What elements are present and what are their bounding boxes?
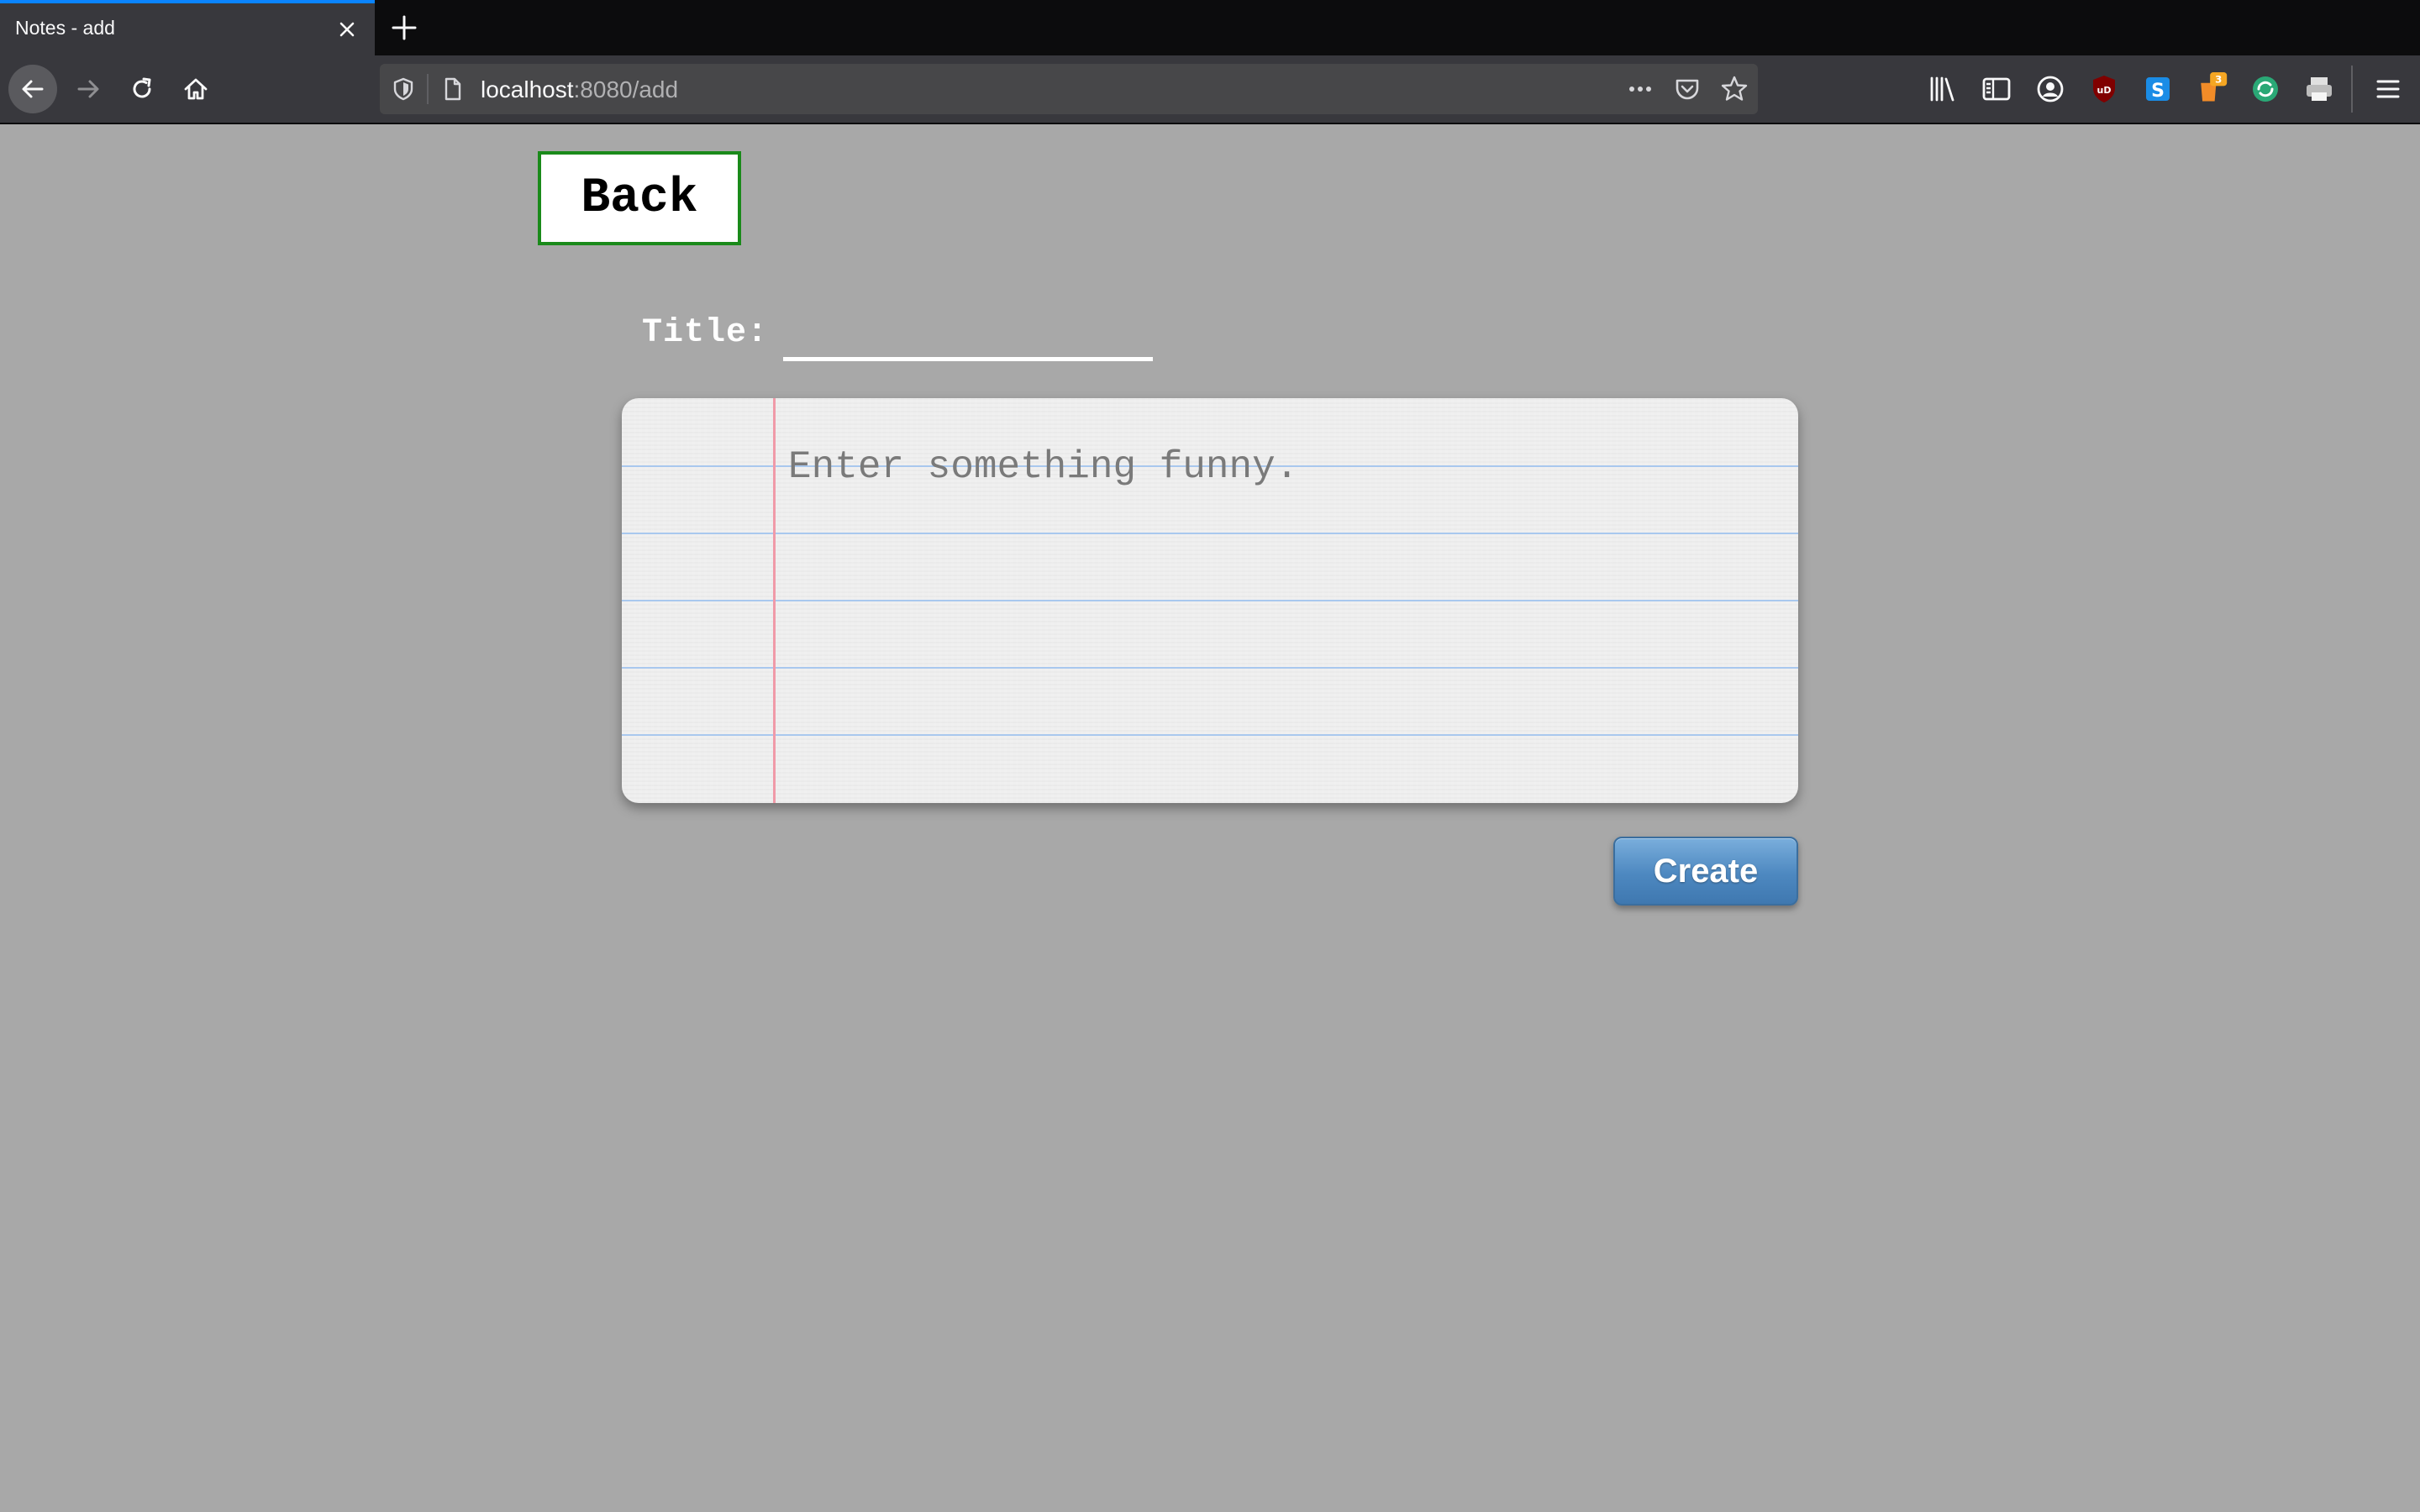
url-bar[interactable]: localhost:8080/add bbox=[380, 64, 1758, 114]
ublock-label: uD bbox=[2097, 85, 2112, 96]
bookmark-star-icon[interactable] bbox=[1719, 74, 1749, 104]
back-arrow-icon[interactable] bbox=[8, 65, 57, 113]
url-host: localhost bbox=[481, 76, 574, 102]
printer-extension-icon[interactable] bbox=[2302, 72, 2336, 106]
new-tab-icon[interactable] bbox=[388, 12, 420, 44]
extension-badge-count: 3 bbox=[2215, 74, 2222, 86]
tab-title: Notes - add bbox=[15, 17, 115, 39]
toolbar-divider bbox=[2351, 66, 2353, 113]
url-path: :8080/add bbox=[573, 76, 679, 102]
forward-arrow-icon[interactable] bbox=[64, 65, 113, 113]
sync-extension-icon[interactable] bbox=[2249, 72, 2282, 106]
note-paper bbox=[622, 398, 1798, 803]
create-button[interactable]: Create bbox=[1613, 837, 1798, 906]
url-text[interactable]: localhost:8080/add bbox=[481, 76, 678, 103]
page-actions-menu-icon[interactable] bbox=[1625, 74, 1655, 104]
library-icon[interactable] bbox=[1926, 72, 1960, 106]
close-tab-icon[interactable] bbox=[333, 15, 361, 44]
tracking-protection-shield-icon[interactable] bbox=[390, 76, 417, 102]
title-label: Title: bbox=[642, 314, 769, 352]
hamburger-menu-icon[interactable] bbox=[2371, 72, 2405, 106]
reload-icon[interactable] bbox=[118, 65, 166, 113]
account-icon[interactable] bbox=[2033, 72, 2067, 106]
home-icon[interactable] bbox=[171, 65, 220, 113]
page-info-icon[interactable] bbox=[439, 76, 466, 102]
bucket-extension-icon[interactable]: 3 bbox=[2195, 72, 2228, 106]
navigation-toolbar: localhost:8080/add uD S 3 bbox=[0, 55, 2420, 124]
ublock-origin-icon[interactable]: uD bbox=[2087, 72, 2121, 106]
back-button[interactable]: Back bbox=[538, 151, 741, 245]
url-divider bbox=[427, 74, 429, 104]
note-textarea[interactable] bbox=[786, 432, 1781, 788]
s-extension-letter: S bbox=[2151, 81, 2165, 102]
tab-strip: Notes - add bbox=[0, 0, 2420, 55]
active-tab[interactable]: Notes - add bbox=[0, 0, 375, 55]
pocket-icon[interactable] bbox=[1672, 74, 1702, 104]
title-input[interactable] bbox=[783, 312, 1153, 361]
s-extension-icon[interactable]: S bbox=[2141, 72, 2175, 106]
sidebar-icon[interactable] bbox=[1980, 72, 2013, 106]
paper-margin-line bbox=[773, 398, 776, 803]
